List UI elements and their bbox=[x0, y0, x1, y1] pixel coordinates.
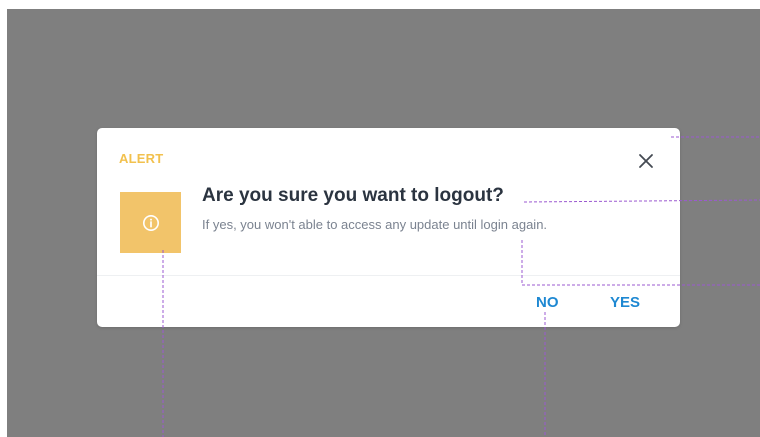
alert-icon-box bbox=[120, 192, 181, 253]
no-button[interactable]: NO bbox=[536, 294, 559, 311]
close-button[interactable] bbox=[637, 152, 655, 170]
dialog-message: If yes, you won't able to access any upd… bbox=[202, 217, 548, 232]
dialog-title: Are you sure you want to logout? bbox=[202, 185, 504, 206]
info-circle-icon bbox=[142, 214, 159, 231]
yes-button[interactable]: YES bbox=[610, 294, 640, 311]
close-icon bbox=[639, 154, 653, 168]
alert-label: ALERT bbox=[119, 151, 164, 166]
logout-confirm-dialog: ALERT Are you sure you want to logout? I… bbox=[97, 128, 680, 327]
footer-divider bbox=[97, 275, 680, 276]
